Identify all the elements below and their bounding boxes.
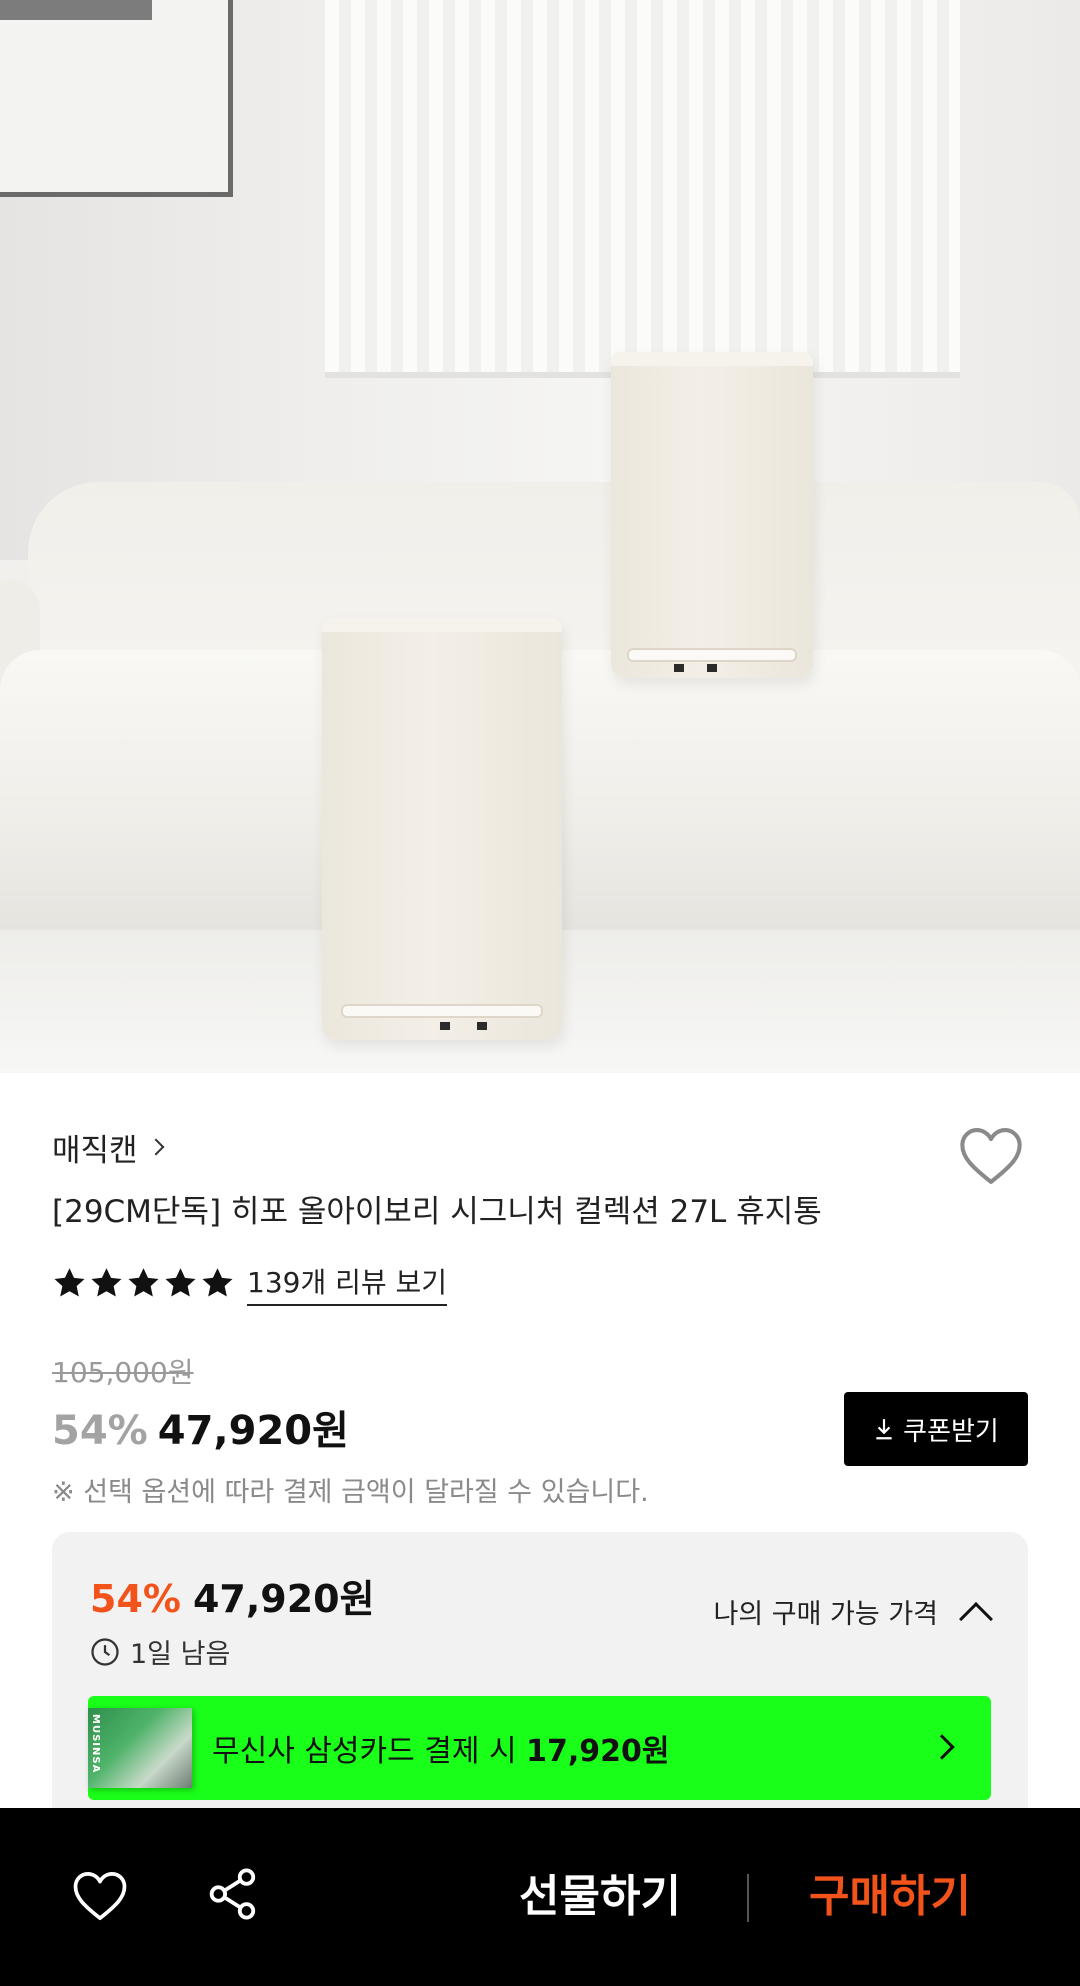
buy-button[interactable]: 구매하기 <box>790 1866 990 1928</box>
brand-name: 매직캔 <box>52 1132 138 1169</box>
discount-rate: 54% <box>52 1408 148 1454</box>
card-sale-price: 47,920원 <box>192 1577 375 1621</box>
clock-icon <box>91 1637 119 1666</box>
wall-frame <box>0 0 233 197</box>
star-icon <box>128 1267 159 1296</box>
time-left-text: 1일 남음 <box>130 1639 231 1670</box>
price-notice: ※ 선택 옵션에 따라 결제 금액이 달라질 수 있습니다. <box>52 1477 649 1508</box>
time-left: 1일 남음 <box>90 1632 230 1671</box>
my-price-toggle[interactable]: 나의 구매 가능 가격 <box>713 1592 993 1636</box>
heart-icon[interactable] <box>72 1870 128 1922</box>
gift-button[interactable]: 선물하기 <box>500 1866 700 1928</box>
card-price-row: 54% 47,920원 <box>90 1568 375 1623</box>
my-price-label: 나의 구매 가능 가격 <box>713 1599 938 1630</box>
bottom-action-bar: 선물하기 구매하기 <box>0 1808 1080 1986</box>
coupon-label: 쿠폰받기 <box>903 1416 999 1447</box>
window-curtain <box>325 0 960 378</box>
star-rating <box>52 1266 235 1301</box>
share-icon[interactable] <box>206 1866 260 1922</box>
brand-link[interactable]: 매직캔 <box>52 1124 165 1170</box>
coupon-button[interactable]: 쿠폰받기 <box>844 1392 1028 1466</box>
price-row: 54% 47,920원 <box>52 1398 349 1456</box>
card-thumbnail-text: MUSINSA <box>90 1714 101 1774</box>
divider <box>747 1874 749 1922</box>
product-image[interactable] <box>0 0 1080 1073</box>
heart-icon[interactable] <box>958 1126 1024 1186</box>
chevron-right-icon <box>147 1138 165 1156</box>
rating-row: 139개 리뷰 보기 <box>52 1258 448 1308</box>
trash-bin-front <box>322 618 562 1040</box>
card-discount-rate: 54% <box>90 1577 181 1621</box>
card-promo-banner[interactable]: MUSINSA 무신사 삼성카드 결제 시 17,920원 <box>88 1696 991 1800</box>
sale-price: 47,920원 <box>157 1408 349 1454</box>
trash-bin-back <box>611 352 813 678</box>
chevron-right-icon <box>929 1734 955 1760</box>
download-icon <box>876 1419 892 1440</box>
card-thumbnail: MUSINSA <box>88 1708 192 1788</box>
star-icon <box>91 1267 122 1296</box>
product-title: [29CM단독] 히포 올아이보리 시그니처 컬렉션 27L 휴지통 <box>52 1194 822 1230</box>
review-link[interactable]: 139개 리뷰 보기 <box>247 1261 448 1306</box>
star-icon <box>54 1267 85 1296</box>
original-price: 105,000원 <box>52 1356 194 1389</box>
card-promo-text: 무신사 삼성카드 결제 시 17,920원 <box>212 1734 670 1769</box>
star-icon <box>165 1267 196 1296</box>
chevron-up-icon <box>959 1601 993 1636</box>
star-icon <box>202 1267 233 1296</box>
